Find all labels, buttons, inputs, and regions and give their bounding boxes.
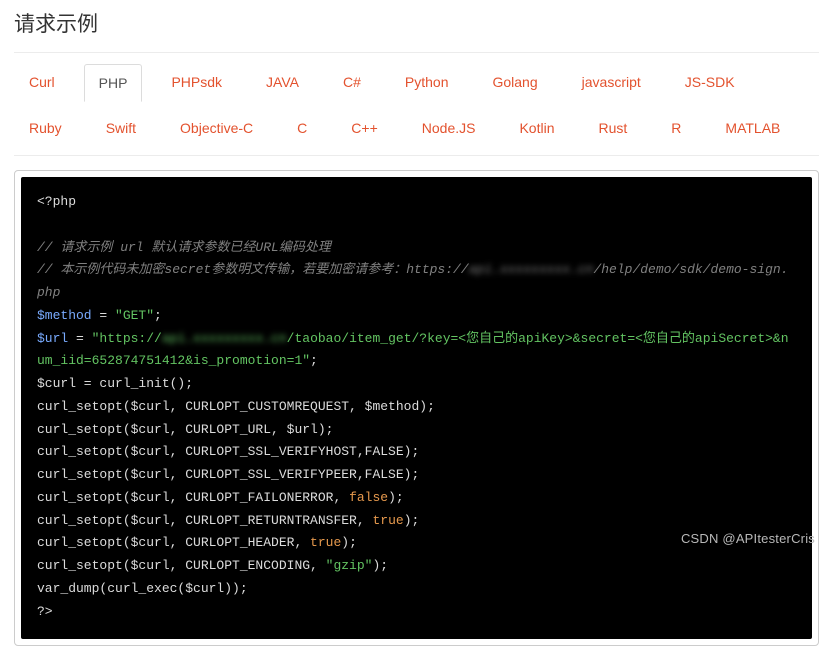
tab-curl[interactable]: Curl: [14, 63, 70, 101]
code-line-verifyhost: curl_setopt($curl, CURLOPT_SSL_VERIFYHOS…: [37, 444, 419, 459]
tab-golang[interactable]: Golang: [477, 63, 552, 101]
code-line-url-setopt: curl_setopt($curl, CURLOPT_URL, $url);: [37, 422, 333, 437]
code-line-header: curl_setopt($curl, CURLOPT_HEADER, true)…: [37, 535, 357, 550]
code-line-encoding: curl_setopt($curl, CURLOPT_ENCODING, "gz…: [37, 558, 388, 573]
language-tabs: Curl PHP PHPsdk JAVA C# Python Golang javascrip…: [14, 53, 819, 156]
code-line-returntransfer: curl_setopt($curl, CURLOPT_RETURNTRANSFE…: [37, 513, 419, 528]
code-block: <?php // 请求示例 url 默认请求参数已经URL编码处理 // 本示例…: [21, 177, 812, 639]
tab-r[interactable]: R: [656, 109, 696, 147]
code-line-curl-init: $curl = curl_init();: [37, 376, 193, 391]
tab-c-[interactable]: C++: [336, 109, 392, 147]
tab-python[interactable]: Python: [390, 63, 464, 101]
php-open-tag: <?php: [37, 194, 76, 209]
tab-objective-c[interactable]: Objective-C: [165, 109, 268, 147]
tab-c[interactable]: C: [282, 109, 322, 147]
tab-javascript[interactable]: javascript: [567, 63, 656, 101]
code-line-verifypeer: curl_setopt($curl, CURLOPT_SSL_VERIFYPEE…: [37, 467, 419, 482]
tab-rust[interactable]: Rust: [584, 109, 643, 147]
code-line-customrequest: curl_setopt($curl, CURLOPT_CUSTOMREQUEST…: [37, 399, 435, 414]
code-line-url: $url = "https://api.xxxxxxxxx.cn/taobao/…: [37, 331, 789, 369]
tab-ruby[interactable]: Ruby: [14, 109, 77, 147]
tab-phpsdk[interactable]: PHPsdk: [156, 63, 237, 101]
tab-matlab[interactable]: MATLAB: [710, 109, 795, 147]
tab-swift[interactable]: Swift: [91, 109, 151, 147]
code-wrapper: <?php // 请求示例 url 默认请求参数已经URL编码处理 // 本示例…: [14, 170, 819, 646]
redacted-domain: api.xxxxxxxxx.cn: [469, 259, 594, 282]
tab-php[interactable]: PHP: [84, 64, 143, 102]
tab-java[interactable]: JAVA: [251, 63, 314, 101]
code-comment-1: // 请求示例 url 默认请求参数已经URL编码处理: [37, 240, 331, 255]
code-line-failonerror: curl_setopt($curl, CURLOPT_FAILONERROR, …: [37, 490, 404, 505]
tab-c-[interactable]: C#: [328, 63, 376, 101]
code-line-vardump: var_dump(curl_exec($curl));: [37, 581, 248, 596]
tab-node-js[interactable]: Node.JS: [407, 109, 491, 147]
tab-kotlin[interactable]: Kotlin: [504, 109, 569, 147]
page-title: 请求示例: [14, 0, 819, 53]
code-comment-2: // 本示例代码未加密secret参数明文传输，若要加密请参考：https://…: [37, 262, 789, 300]
tab-js-sdk[interactable]: JS-SDK: [670, 63, 750, 101]
php-close-tag: ?>: [37, 604, 53, 619]
code-line-method: $method = "GET";: [37, 308, 162, 323]
redacted-domain: api.xxxxxxxxx.cn: [162, 328, 287, 351]
